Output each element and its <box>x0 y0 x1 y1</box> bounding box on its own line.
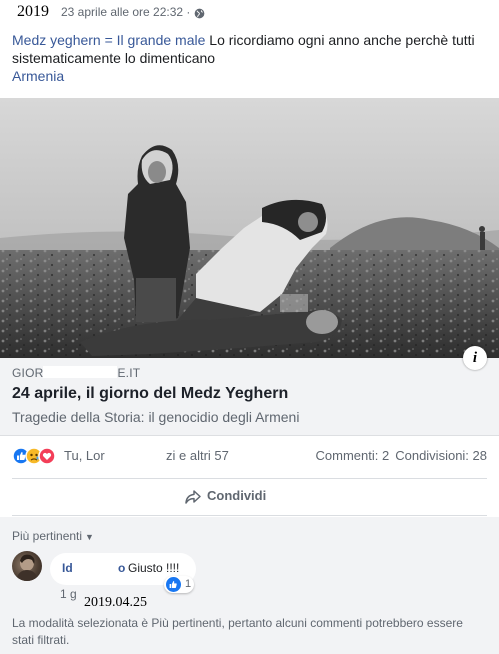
comment-author-start[interactable]: Id <box>62 561 73 575</box>
reaction-names[interactable]: Tu, Lor <box>64 448 105 463</box>
shared-link-image[interactable] <box>0 98 499 358</box>
year-overlay: 2019 <box>17 3 49 20</box>
filter-notice: La modalità selezionata è Più pertinenti… <box>12 616 463 647</box>
redaction-box <box>74 559 118 576</box>
action-bar: Condividi <box>12 478 487 516</box>
link-domain-end: E.IT <box>117 366 141 380</box>
reaction-icons[interactable] <box>12 447 62 465</box>
share-label: Condividi <box>207 488 267 503</box>
post-text: Medz yeghern = Il grande male Lo ricordi… <box>12 31 492 67</box>
share-button[interactable]: Condividi <box>185 488 267 504</box>
comments-section: Più pertinenti ▼ Id o Giusto !!!! 1 1 g 2… <box>0 517 499 654</box>
link-subtitle: Tragedie della Storia: il genocidio degl… <box>12 409 300 425</box>
comment-text: Giusto !!!! <box>128 561 180 575</box>
post-timestamp[interactable]: 23 aprile alle ore 22:32 · <box>61 5 190 19</box>
post-header: 2019 23 aprile alle ore 22:32 · <box>0 0 499 27</box>
like-icon <box>166 577 181 592</box>
comment-like-badge[interactable]: 1 <box>164 576 194 593</box>
globe-icon[interactable] <box>194 6 205 19</box>
comment-sort-label: Più pertinenti <box>12 529 83 543</box>
caret-down-icon: ▼ <box>85 532 94 542</box>
post-place-link[interactable]: Armenia <box>12 68 64 84</box>
reaction-others[interactable]: zi e altri 57 <box>166 448 229 463</box>
link-domain: GIOR E.IT <box>12 366 140 380</box>
info-icon[interactable]: i <box>463 346 487 370</box>
link-title[interactable]: 24 aprile, il giorno del Medz Yeghern <box>12 385 288 403</box>
comment-author-end[interactable]: o <box>118 561 125 575</box>
comment-sort-dropdown[interactable]: Più pertinenti ▼ <box>12 529 94 543</box>
date-overlay: 2019.04.25 <box>84 595 147 610</box>
comment-like-count: 1 <box>185 578 192 590</box>
comments-count[interactable]: Commenti: 2 <box>316 448 390 463</box>
shares-count[interactable]: Condivisioni: 28 <box>395 448 487 463</box>
comment-age[interactable]: 1 g <box>60 587 77 601</box>
avatar[interactable] <box>12 551 42 581</box>
post-stats: Commenti: 2 Condivisioni: 28 <box>310 448 487 463</box>
post-text-link[interactable]: Medz yeghern = Il grande male <box>12 32 205 48</box>
redaction-box <box>43 366 118 378</box>
link-domain-start: GIOR <box>12 366 44 380</box>
love-icon <box>38 447 56 465</box>
historic-photo-illustration <box>0 98 499 358</box>
shared-link-card[interactable]: GIOR E.IT 24 aprile, il giorno del Medz Y… <box>0 346 499 436</box>
reactions-bar: Tu, Lor zi e altri 57 Commenti: 2 Condivi… <box>0 436 499 476</box>
share-icon <box>184 489 202 505</box>
